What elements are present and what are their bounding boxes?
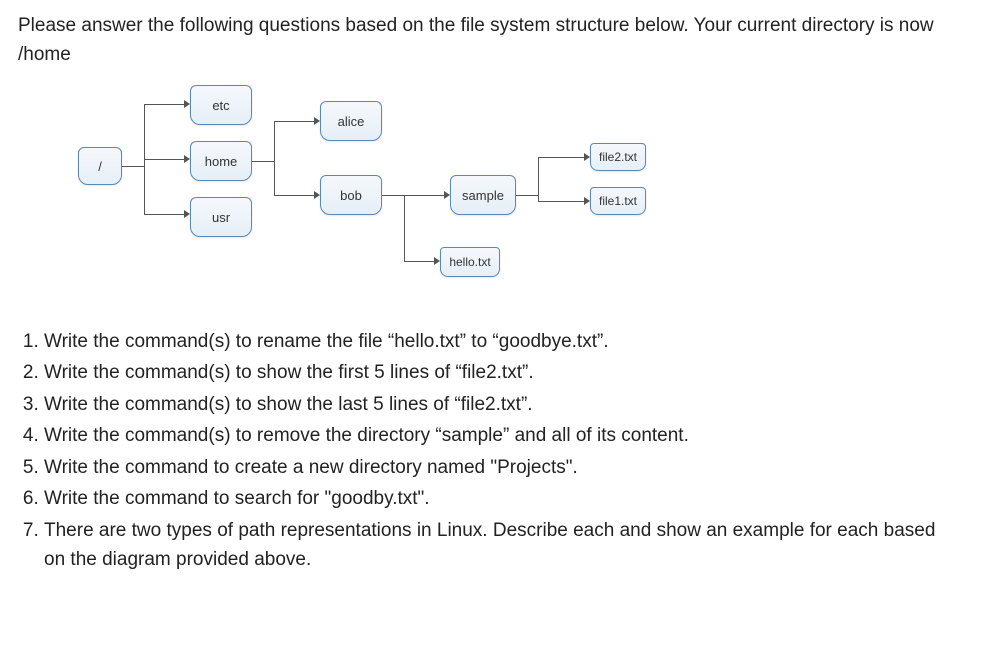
question-5-text: Write the command to create a new direct… bbox=[44, 457, 578, 478]
node-etc-label: etc bbox=[212, 98, 229, 113]
filesystem-diagram: / etc home usr alice bob sample he bbox=[78, 79, 798, 299]
question-6-text: Write the command to search for "goodby.… bbox=[44, 488, 430, 509]
instruction-line-2: /home bbox=[18, 44, 71, 65]
node-file2: file2.txt bbox=[590, 143, 646, 171]
node-root-label: / bbox=[98, 159, 102, 174]
question-3-text: Write the command(s) to show the last 5 … bbox=[44, 394, 533, 415]
node-alice: alice bbox=[320, 101, 382, 141]
question-2: Write the command(s) to show the first 5… bbox=[44, 358, 978, 387]
node-bob: bob bbox=[320, 175, 382, 215]
question-7: There are two types of path representati… bbox=[44, 516, 978, 575]
node-file1-label: file1.txt bbox=[599, 194, 637, 208]
node-usr: usr bbox=[190, 197, 252, 237]
node-hello: hello.txt bbox=[440, 247, 500, 277]
question-3: Write the command(s) to show the last 5 … bbox=[44, 390, 978, 419]
node-bob-label: bob bbox=[340, 188, 362, 203]
node-sample: sample bbox=[450, 175, 516, 215]
question-1-text: Write the command(s) to rename the file … bbox=[44, 331, 609, 352]
node-sample-label: sample bbox=[462, 188, 504, 203]
instruction-text: Please answer the following questions ba… bbox=[18, 12, 978, 69]
node-file1: file1.txt bbox=[590, 187, 646, 215]
question-5: Write the command to create a new direct… bbox=[44, 453, 978, 482]
node-alice-label: alice bbox=[338, 114, 365, 129]
node-file2-label: file2.txt bbox=[599, 150, 637, 164]
instruction-line-1: Please answer the following questions ba… bbox=[18, 15, 934, 36]
node-root: / bbox=[78, 147, 122, 185]
node-home-label: home bbox=[205, 154, 238, 169]
question-1: Write the command(s) to rename the file … bbox=[44, 327, 978, 356]
question-7-text-b: on the diagram provided above. bbox=[44, 549, 311, 570]
node-hello-label: hello.txt bbox=[449, 255, 490, 269]
node-home: home bbox=[190, 141, 252, 181]
node-etc: etc bbox=[190, 85, 252, 125]
question-4: Write the command(s) to remove the direc… bbox=[44, 421, 978, 450]
question-7-text-a: There are two types of path representati… bbox=[44, 520, 935, 541]
question-list: Write the command(s) to rename the file … bbox=[18, 327, 978, 575]
question-6: Write the command to search for "goodby.… bbox=[44, 484, 978, 513]
question-4-text: Write the command(s) to remove the direc… bbox=[44, 425, 689, 446]
question-2-text: Write the command(s) to show the first 5… bbox=[44, 362, 534, 383]
node-usr-label: usr bbox=[212, 210, 230, 225]
